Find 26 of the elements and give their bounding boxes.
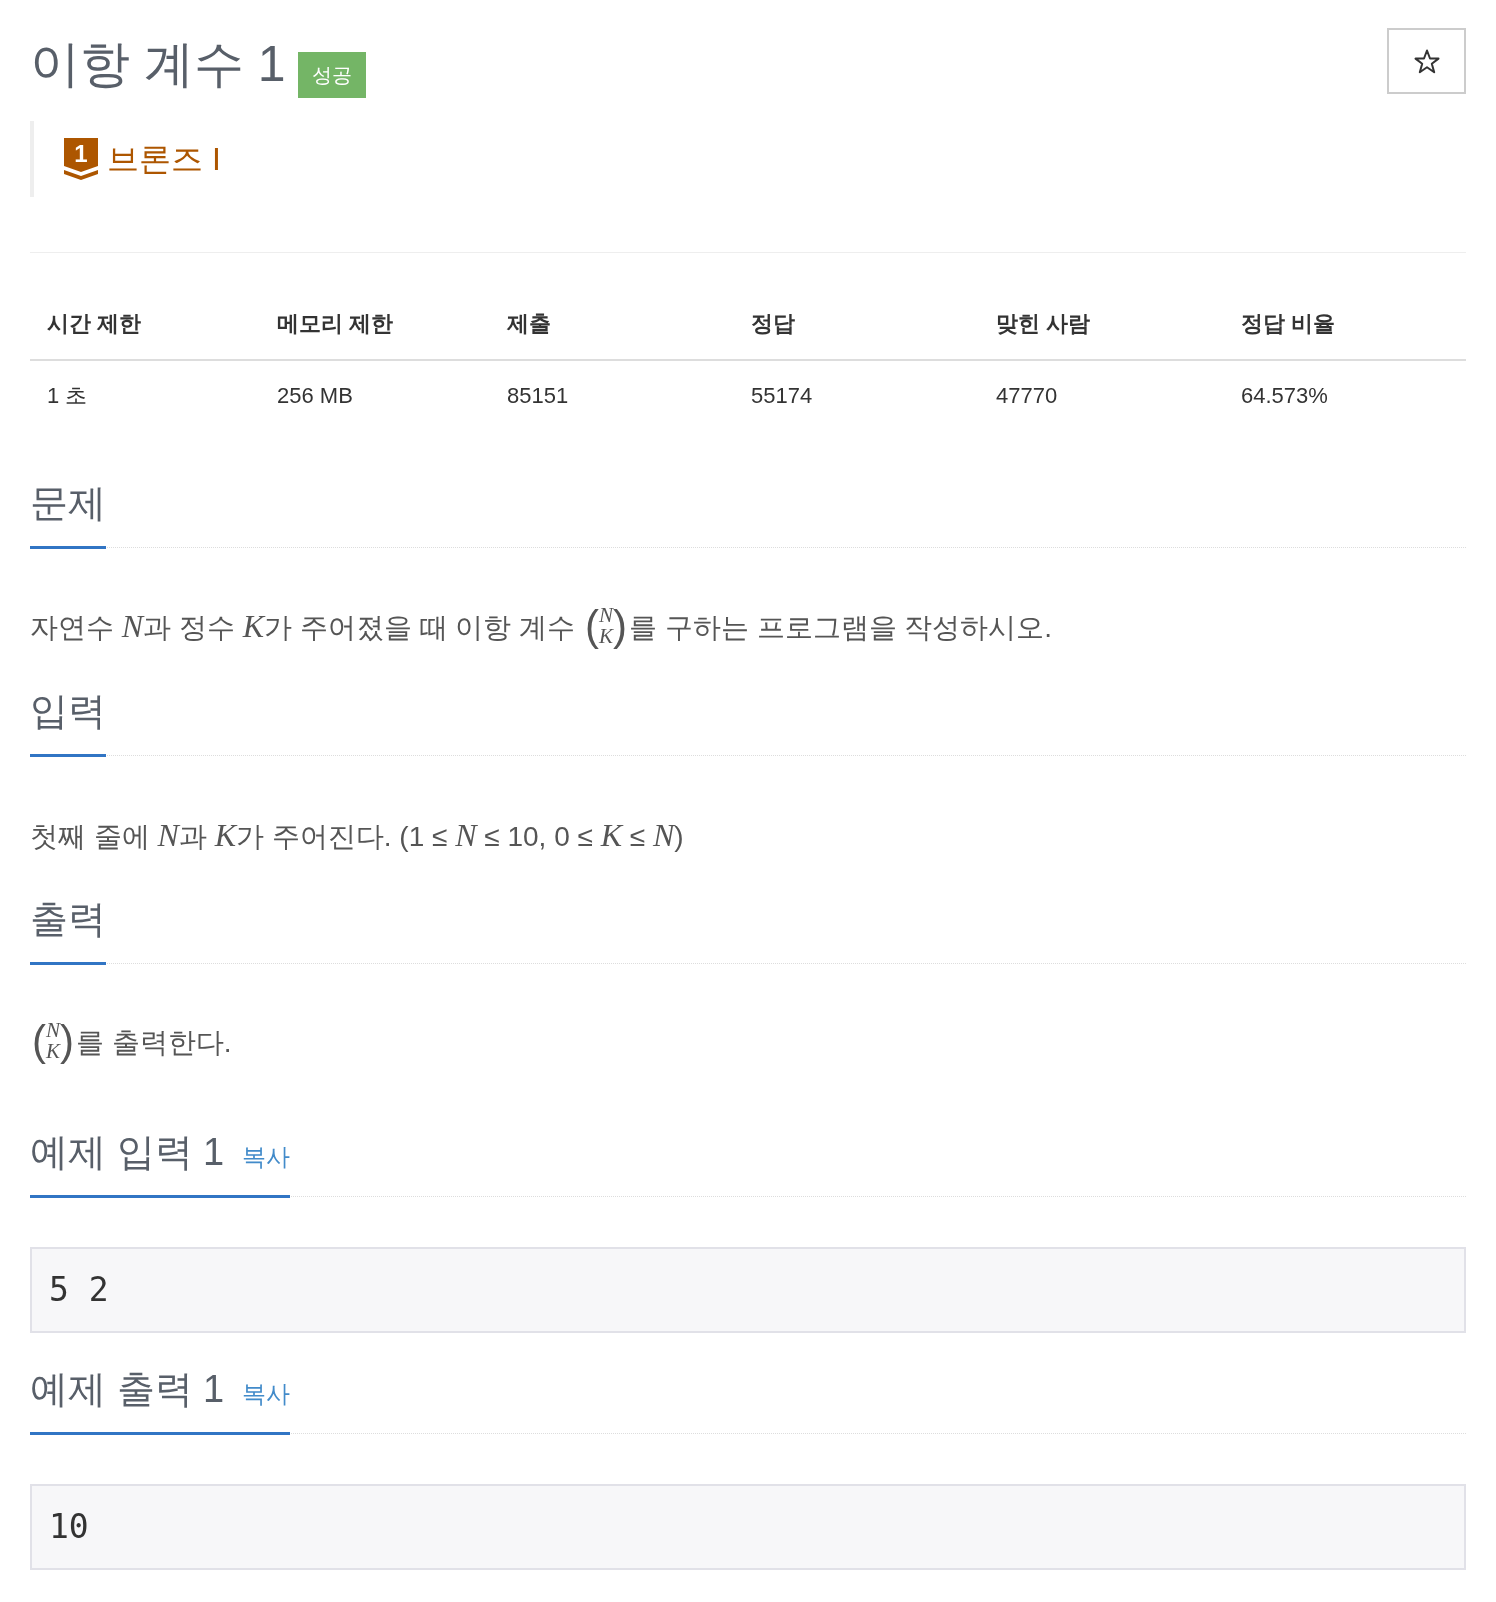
section-heading: 문제 xyxy=(30,481,106,526)
column-header: 맞힌 사람 xyxy=(996,311,1091,336)
table-cell: 64.573% xyxy=(1241,383,1328,408)
copy-link[interactable]: 복사 xyxy=(242,1379,291,1409)
section-heading: 예제 입력 1 xyxy=(30,1130,225,1175)
copy-link[interactable]: 복사 xyxy=(242,1142,291,1172)
table-cell: 85151 xyxy=(507,383,569,408)
section-heading: 예제 출력 1 xyxy=(30,1367,225,1412)
tier-label: 브론즈 I xyxy=(107,140,221,179)
table-cell: 1 초 xyxy=(47,383,88,408)
sample-code: 5 2 xyxy=(30,1247,1466,1333)
section-heading: 출력 xyxy=(30,897,106,942)
column-header: 메모리 제한 xyxy=(277,311,394,336)
column-header: 정답 xyxy=(751,311,795,336)
sample-code: 10 xyxy=(30,1484,1466,1570)
section-heading: 입력 xyxy=(30,689,106,734)
table-cell: 256 MB xyxy=(277,383,353,408)
column-header: 시간 제한 xyxy=(47,311,142,336)
favorite-button[interactable] xyxy=(1387,28,1466,94)
column-header: 정답 비율 xyxy=(1241,311,1336,336)
status-badge: 성공 xyxy=(297,52,366,98)
column-header: 제출 xyxy=(507,311,551,336)
section-text: 첫째 줄에 N과 K가 주어진다. (1 ≤ N ≤ 10, 0 ≤ K ≤ N) xyxy=(30,817,685,855)
table-cell: 47770 xyxy=(996,383,1058,408)
table-cell: 55174 xyxy=(751,383,813,408)
problem-title: 이항 계수 1 xyxy=(30,35,286,94)
